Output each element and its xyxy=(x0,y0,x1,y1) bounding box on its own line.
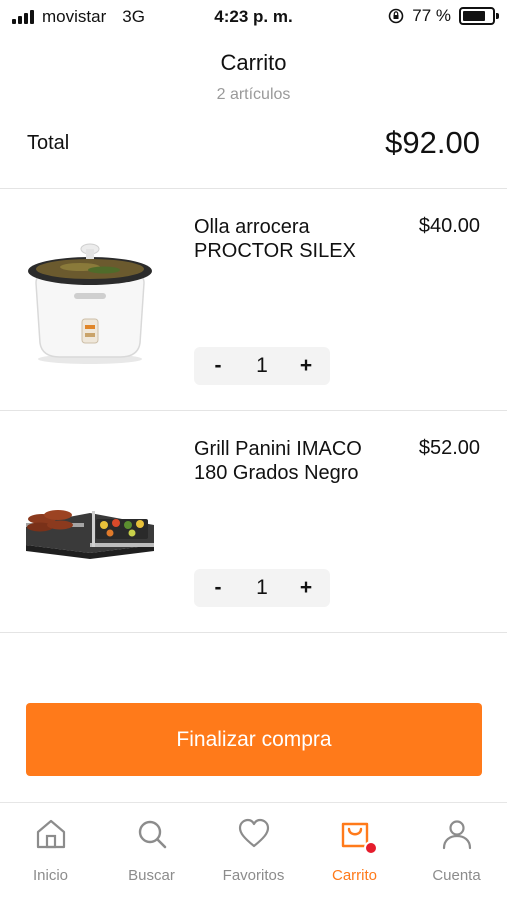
user-icon xyxy=(442,820,472,850)
heart-icon xyxy=(238,818,270,848)
tab-label: Carrito xyxy=(331,867,377,884)
battery-level xyxy=(463,11,485,21)
rotation-lock-icon xyxy=(388,8,404,24)
tab-label: Inicio xyxy=(32,867,69,884)
tab-favoritos[interactable]: Favoritos xyxy=(203,803,304,900)
item-name[interactable]: Olla arrocera PROCTOR SILEX xyxy=(194,215,384,263)
tab-bar: Inicio Buscar Favoritos Carrito Cuenta xyxy=(0,802,507,900)
panini-grill-image xyxy=(26,510,154,559)
quantity-value: 1 xyxy=(256,576,268,599)
divider xyxy=(0,632,507,633)
quantity-value: 1 xyxy=(256,354,268,377)
tab-label: Favoritos xyxy=(222,867,285,884)
increase-quantity-button[interactable]: + xyxy=(296,354,316,378)
total-value: $92.00 xyxy=(385,125,480,160)
item-name[interactable]: Grill Panini IMACO 180 Grados Negro xyxy=(194,437,384,485)
tab-inicio[interactable]: Inicio xyxy=(0,803,101,900)
cart-item: Olla arrocera PROCTOR SILEX $40.00 - 1 + xyxy=(0,189,507,411)
item-price: $52.00 xyxy=(418,437,480,459)
tab-carrito[interactable]: Carrito xyxy=(304,803,405,900)
tab-buscar[interactable]: Buscar xyxy=(101,803,202,900)
quantity-stepper: - 1 + xyxy=(194,347,330,385)
status-bar: movistar 3G 4:23 p. m. 77 % xyxy=(0,0,507,36)
total-label: Total xyxy=(27,132,70,154)
cart-item: Grill Panini IMACO 180 Grados Negro $52.… xyxy=(0,411,507,633)
home-icon xyxy=(36,819,66,849)
increase-quantity-button[interactable]: + xyxy=(296,576,316,600)
tab-label: Buscar xyxy=(128,867,175,884)
checkout-button[interactable]: Finalizar compra xyxy=(26,703,482,776)
decrease-quantity-button[interactable]: - xyxy=(208,354,228,378)
page-title: Carrito xyxy=(220,50,287,75)
search-icon xyxy=(138,820,167,849)
item-price: $40.00 xyxy=(418,215,480,237)
tab-label: Cuenta xyxy=(432,867,481,884)
tab-cuenta[interactable]: Cuenta xyxy=(406,803,507,900)
item-count: 2 artículos xyxy=(216,86,291,103)
rice-cooker-image xyxy=(28,243,152,364)
status-right: 77 % xyxy=(388,6,499,26)
decrease-quantity-button[interactable]: - xyxy=(208,576,228,600)
battery-icon xyxy=(459,7,499,25)
quantity-stepper: - 1 + xyxy=(194,569,330,607)
cart-badge xyxy=(364,841,378,855)
battery-percentage: 77 % xyxy=(412,6,451,25)
